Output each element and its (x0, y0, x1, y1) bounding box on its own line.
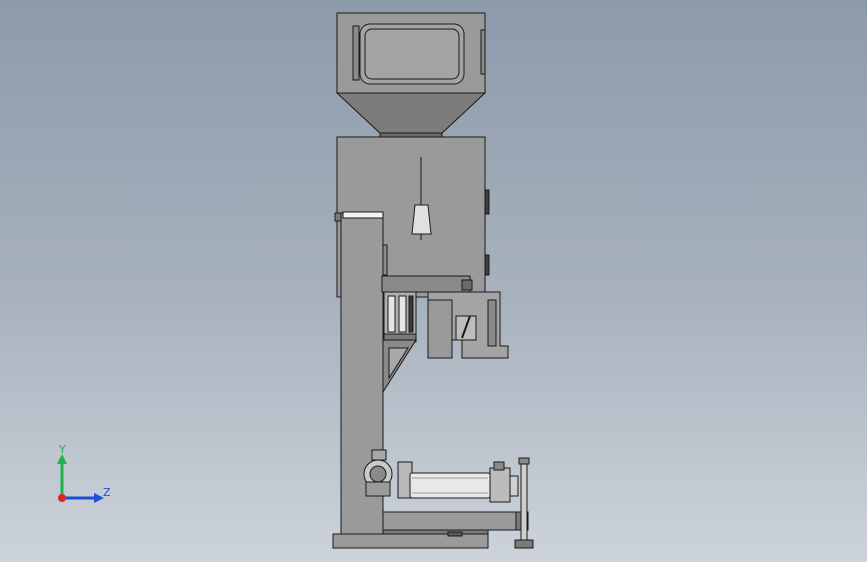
packaging-machine-model[interactable] (0, 0, 867, 562)
conveyor-roller (409, 472, 491, 499)
base-beam (382, 511, 524, 531)
z-axis-label: Z (103, 486, 111, 499)
3d-viewport[interactable]: Y Z (0, 0, 867, 562)
axis-triad: Y Z (57, 443, 111, 503)
sensor-weight (411, 204, 432, 235)
column (340, 212, 384, 549)
leveling-leg (520, 459, 528, 541)
turntable-plate (381, 275, 471, 293)
y-axis-label: Y (58, 443, 66, 456)
hopper-funnel (335, 92, 487, 136)
base-foot (332, 533, 489, 549)
hopper-window (359, 23, 465, 85)
